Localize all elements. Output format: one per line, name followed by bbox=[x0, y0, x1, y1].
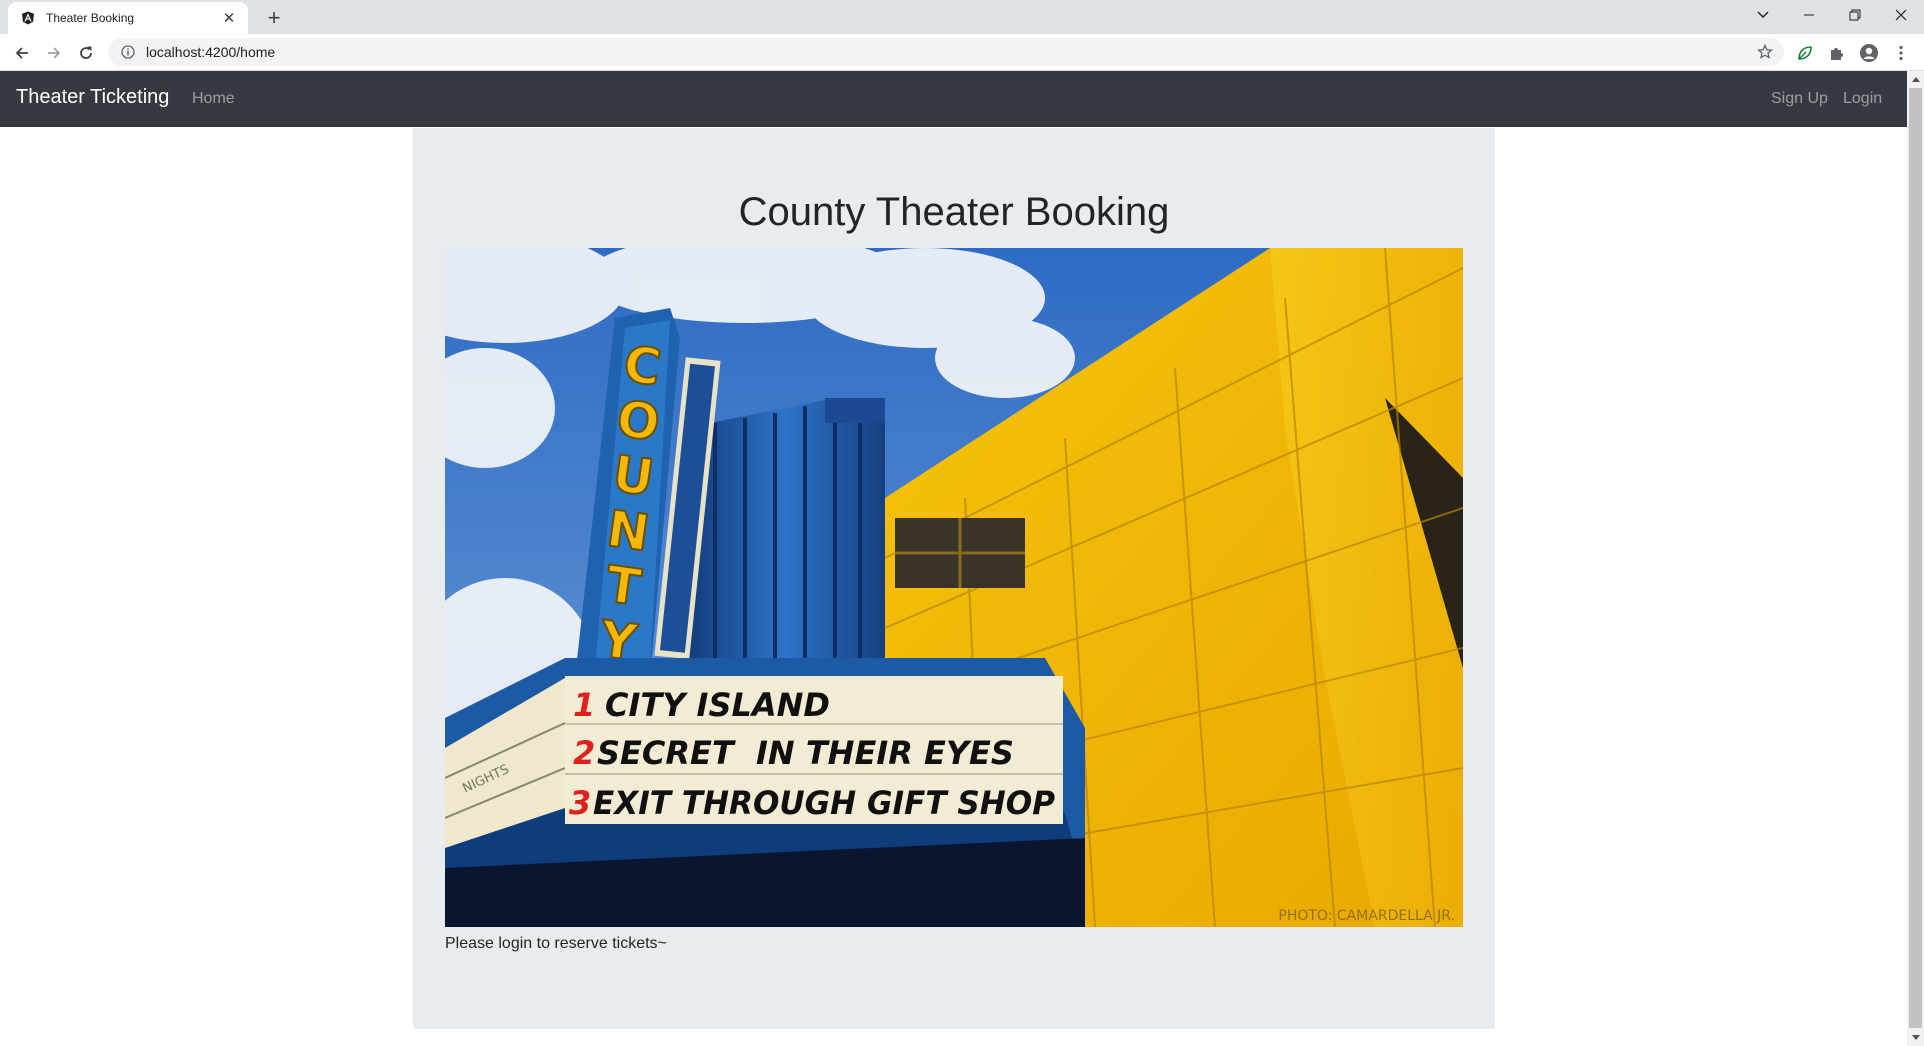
marquee-line: CITY ISLAND bbox=[605, 686, 830, 724]
jumbotron: County Theater Booking C O U N T Y NIGHT… bbox=[413, 128, 1495, 1029]
minimize-icon[interactable] bbox=[1786, 0, 1832, 30]
sign-letter: U bbox=[609, 444, 657, 507]
nav-link-login[interactable]: Login bbox=[1843, 90, 1882, 108]
reload-icon[interactable] bbox=[72, 39, 100, 67]
url-text: localhost:4200/home bbox=[146, 44, 276, 60]
nav-link-signup[interactable]: Sign Up bbox=[1771, 90, 1828, 108]
tab-title: Theater Booking bbox=[46, 11, 135, 25]
bookmark-star-icon[interactable] bbox=[1756, 43, 1774, 61]
browser-menu-icon[interactable] bbox=[1890, 42, 1912, 64]
site-info-icon[interactable] bbox=[120, 44, 136, 60]
browser-tab[interactable]: Theater Booking ✕ bbox=[8, 2, 248, 34]
app-navbar: Theater Ticketing Home Sign Up Login bbox=[0, 71, 1907, 127]
scroll-up-icon[interactable] bbox=[1907, 71, 1924, 88]
marquee-line: EXIT THROUGH GIFT SHOP bbox=[593, 784, 1056, 822]
tab-search-icon[interactable] bbox=[1740, 0, 1786, 30]
close-window-icon[interactable] bbox=[1878, 0, 1924, 30]
marquee-num: 1 bbox=[573, 686, 595, 724]
nav-link-home[interactable]: Home bbox=[192, 90, 235, 108]
extension-leaf-icon[interactable] bbox=[1794, 42, 1816, 64]
scroll-down-icon[interactable] bbox=[1907, 1029, 1924, 1046]
sign-letter: N bbox=[604, 499, 654, 562]
extensions-puzzle-icon[interactable] bbox=[1826, 42, 1848, 64]
photo-credit: PHOTO: CAMARDELLA JR. bbox=[1278, 908, 1455, 924]
marquee-num: 2 bbox=[573, 734, 595, 772]
profile-avatar-icon[interactable] bbox=[1858, 42, 1880, 64]
theater-photo: C O U N T Y NIGHTS 1 CITY ISLAND 2 SECRE… bbox=[445, 248, 1463, 927]
page-title: County Theater Booking bbox=[738, 190, 1170, 234]
login-prompt: Please login to reserve tickets~ bbox=[445, 935, 667, 952]
browser-tabstrip: Theater Booking ✕ + bbox=[0, 0, 1924, 34]
page-scrollbar[interactable] bbox=[1907, 71, 1924, 1046]
browser-toolbar: localhost:4200/home bbox=[0, 34, 1924, 71]
new-tab-button[interactable]: + bbox=[262, 6, 286, 30]
page-viewport: Theater Ticketing Home Sign Up Login Cou… bbox=[0, 71, 1907, 1046]
close-tab-icon[interactable]: ✕ bbox=[220, 9, 238, 27]
angular-icon bbox=[20, 10, 36, 26]
restore-icon[interactable] bbox=[1832, 0, 1878, 30]
forward-icon[interactable] bbox=[40, 39, 68, 67]
marquee-line: SECRET IN THEIR EYES bbox=[597, 734, 1014, 772]
address-bar[interactable]: localhost:4200/home bbox=[108, 38, 1784, 66]
marquee-num: 3 bbox=[569, 784, 591, 822]
navbar-brand[interactable]: Theater Ticketing bbox=[16, 86, 169, 109]
scrollbar-thumb[interactable] bbox=[1909, 88, 1922, 1028]
sign-letter: O bbox=[613, 389, 663, 452]
back-icon[interactable] bbox=[8, 39, 36, 67]
